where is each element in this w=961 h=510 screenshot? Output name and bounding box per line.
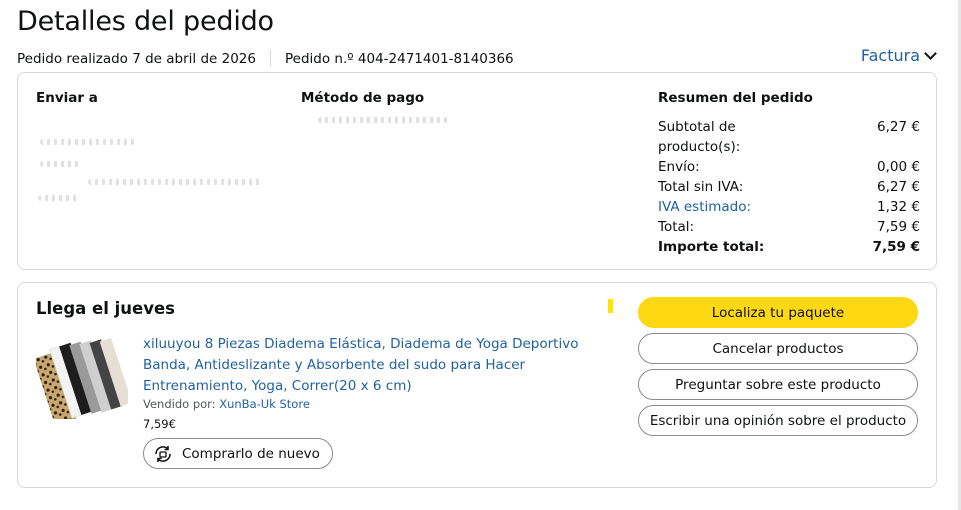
summary-value: 6,27 € [877,119,920,135]
product-price: 7,59€ [143,417,176,431]
buy-again-button[interactable]: Comprarlo de nuevo [143,438,333,469]
invoice-label: Factura [860,46,920,65]
summary-value: 7,59 € [872,239,920,255]
highlight-marker [608,299,613,313]
summary-value: 7,59 € [877,219,920,235]
redacted-address-line [40,161,80,167]
summary-label: Envío: [658,159,700,175]
sold-by: Vendido por: XunBa-Uk Store [143,397,310,411]
product-image[interactable] [36,337,128,419]
shipment-actions: Localiza tu paquete Cancelar productos P… [638,297,918,441]
summary-row-tax: IVA estimado: 1,32 € [658,197,920,217]
track-package-button[interactable]: Localiza tu paquete [638,297,918,328]
shipment-card: Llega el jueves xiluuyou 8 Piezas Diadem… [17,282,937,488]
payment-heading: Método de pago [301,90,425,106]
cancel-items-button[interactable]: Cancelar productos [638,333,918,364]
sold-by-label: Vendido por: [143,397,216,411]
buy-again-label: Comprarlo de nuevo [182,445,320,462]
order-date: Pedido realizado 7 de abril de 2026 [17,50,256,67]
tax-info-link[interactable]: IVA estimado: [658,197,751,217]
summary-value: 1,32 € [877,199,920,215]
redacted-payment-line [318,117,448,123]
order-details-card: Enviar a Método de pago Resumen del pedi… [17,72,937,270]
summary-label: Importe total: [658,239,765,255]
ask-product-question-button[interactable]: Preguntar sobre este producto [638,369,918,400]
invoice-dropdown[interactable]: Factura [860,46,937,65]
summary-row-grand-total: Importe total: 7,59 € [658,237,920,257]
summary-label: Subtotal de producto(s): [658,119,741,155]
redacted-address-line [40,139,135,145]
summary-row-total: Total: 7,59 € [658,217,920,237]
chevron-down-icon [924,46,937,60]
rebuy-icon [155,445,171,462]
summary-label: Total sin IVA: [658,179,744,195]
summary-row-shipping: Envío: 0,00 € [658,157,920,177]
summary-row-pretax: Total sin IVA: 6,27 € [658,177,920,197]
order-number: Pedido n.º 404-2471401-8140366 [284,50,514,67]
seller-link[interactable]: XunBa-Uk Store [219,397,310,411]
redacted-address-line [38,195,78,201]
write-review-button[interactable]: Escribir una opinión sobre el producto [638,405,918,436]
summary-value: 0,00 € [877,159,920,175]
order-summary: Subtotal de producto(s): 6,27 € Envío: 0… [658,117,920,257]
summary-row-subtotal: Subtotal de producto(s): 6,27 € [658,117,920,157]
order-meta: Pedido realizado 7 de abril de 2026 Pedi… [17,50,514,67]
summary-value: 6,27 € [877,179,920,195]
meta-divider [269,50,271,67]
product-title-link[interactable]: xiluuyou 8 Piezas Diadema Elástica, Diad… [143,334,613,397]
page-title: Detalles del pedido [17,6,274,37]
redacted-address-line [88,179,263,185]
ship-to-heading: Enviar a [36,90,98,106]
summary-label: Total: [658,219,695,235]
summary-heading: Resumen del pedido [658,90,813,106]
arrival-heading: Llega el jueves [36,299,176,318]
